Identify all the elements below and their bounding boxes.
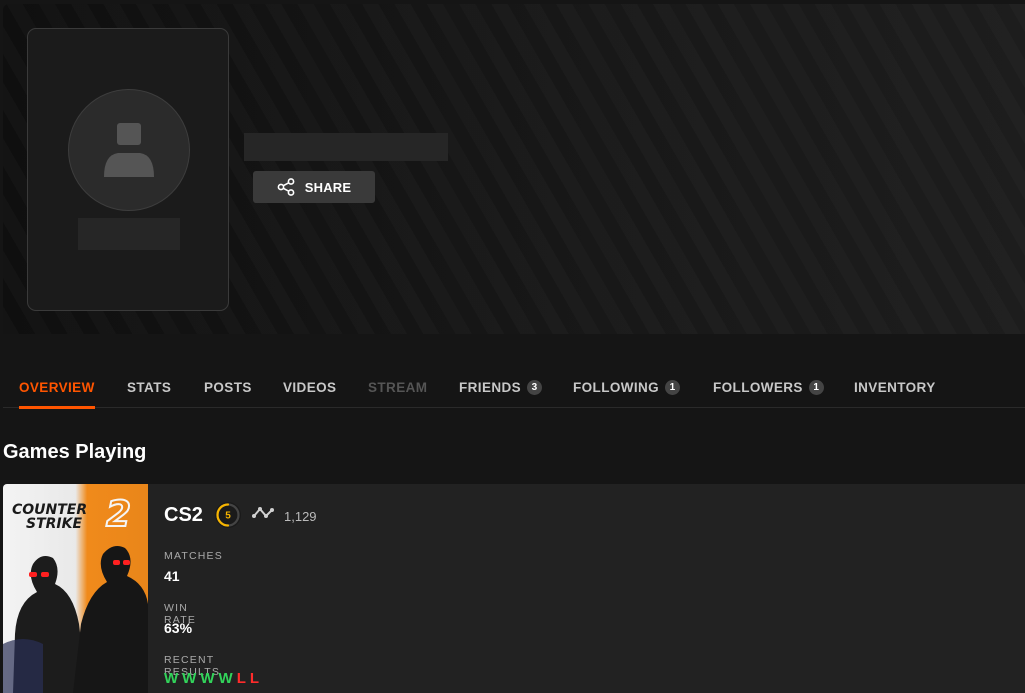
- cover-title-number: 2: [105, 494, 132, 536]
- tab-videos[interactable]: VIDEOS: [283, 366, 336, 408]
- result-win: W: [182, 670, 197, 687]
- tab-label: FOLLOWERS: [713, 379, 803, 395]
- game-card[interactable]: COUNTER STRIKE 2 CS2 5 1,129 MATCHES 41 …: [3, 484, 1025, 693]
- tab-stream[interactable]: STREAM: [368, 366, 427, 408]
- user-silhouette-icon: [104, 123, 154, 177]
- result-win: W: [164, 670, 179, 687]
- result-loss: L: [236, 670, 246, 687]
- tab-followers[interactable]: FOLLOWERS 1: [713, 366, 824, 408]
- winrate-value: 63%: [164, 620, 193, 636]
- share-icon: [277, 178, 295, 196]
- username-placeholder: [244, 133, 448, 161]
- cover-title: COUNTER STRIKE: [12, 503, 87, 531]
- tab-overview[interactable]: OVERVIEW: [0, 366, 95, 409]
- tab-label: STATS: [127, 379, 172, 395]
- game-cover-image[interactable]: COUNTER STRIKE 2: [3, 484, 148, 693]
- tab-inventory[interactable]: INVENTORY: [854, 366, 936, 408]
- result-win: W: [218, 670, 233, 687]
- share-button[interactable]: SHARE: [253, 171, 375, 203]
- tab-label: STREAM: [368, 379, 428, 395]
- tab-friends[interactable]: FRIENDS 3: [459, 366, 543, 408]
- tab-label: FRIENDS: [459, 379, 522, 395]
- skill-level-value: 5: [225, 511, 231, 522]
- profile-card: [27, 28, 229, 311]
- card-text-placeholder: [78, 218, 180, 250]
- tab-posts[interactable]: POSTS: [204, 366, 252, 408]
- tab-label: VIDEOS: [283, 379, 337, 395]
- skill-level-icon: 5: [215, 502, 241, 528]
- tab-label: OVERVIEW: [19, 379, 95, 395]
- tab-label: INVENTORY: [854, 379, 936, 395]
- tab-label: POSTS: [204, 379, 252, 395]
- profile-tabs: OVERVIEW STATS POSTS VIDEOS STREAM FRIEN…: [0, 366, 1025, 409]
- skill-level-badge: 5: [214, 501, 242, 529]
- game-name: CS2: [164, 504, 203, 526]
- elo-wave-icon: [252, 507, 274, 518]
- cover-title-line: STRIKE: [26, 516, 83, 532]
- section-title: Games Playing: [3, 441, 147, 463]
- result-win: W: [200, 670, 215, 687]
- tab-stats[interactable]: STATS: [127, 366, 171, 408]
- matches-value: 41: [164, 568, 180, 584]
- count-badge: 1: [808, 379, 824, 395]
- count-badge: 1: [665, 379, 681, 395]
- avatar[interactable]: [68, 89, 190, 211]
- count-badge: 3: [527, 379, 543, 395]
- result-loss: L: [249, 670, 260, 687]
- tab-following[interactable]: FOLLOWING 1: [573, 366, 681, 408]
- share-label: SHARE: [304, 179, 352, 195]
- elo-value: 1,129: [284, 509, 317, 524]
- matches-label: MATCHES: [164, 550, 223, 562]
- tab-label: FOLLOWING: [573, 379, 660, 395]
- cover-title-line: COUNTER: [12, 502, 88, 518]
- recent-results: WWWWLL: [164, 670, 259, 687]
